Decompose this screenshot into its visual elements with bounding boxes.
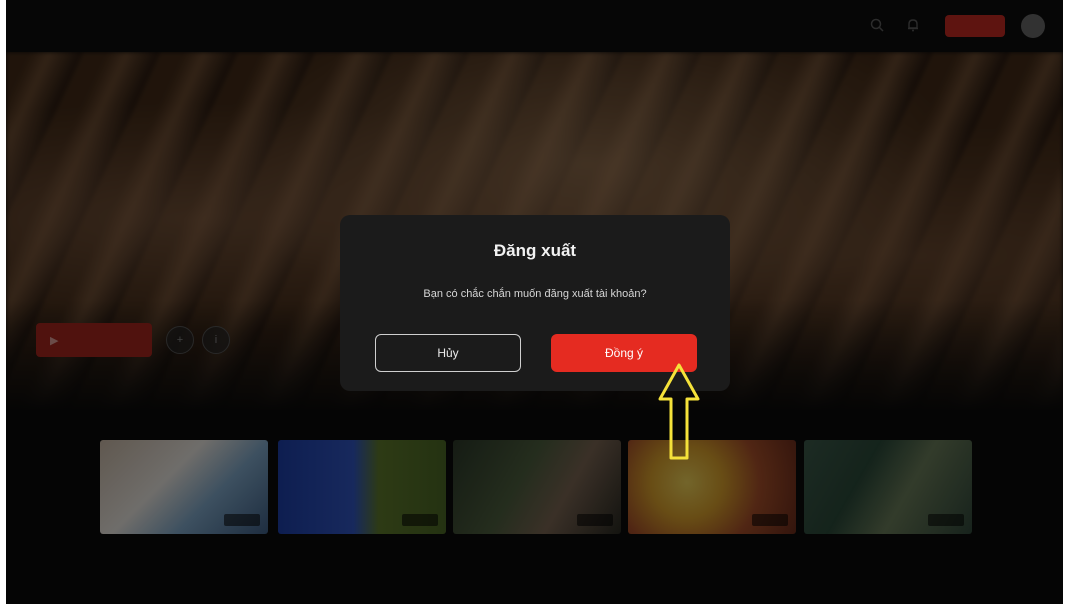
dialog-title: Đăng xuất [493, 241, 577, 260]
cancel-button[interactable]: Hủy [375, 334, 521, 372]
arrow-up-icon [658, 363, 700, 460]
app-window: ▶ + i Đăng xuất Bạn có chắc chắn muốn đă… [6, 0, 1063, 604]
dialog-message: Bạn có chắc chắn muốn đăng xuất tài khoả… [423, 288, 647, 300]
